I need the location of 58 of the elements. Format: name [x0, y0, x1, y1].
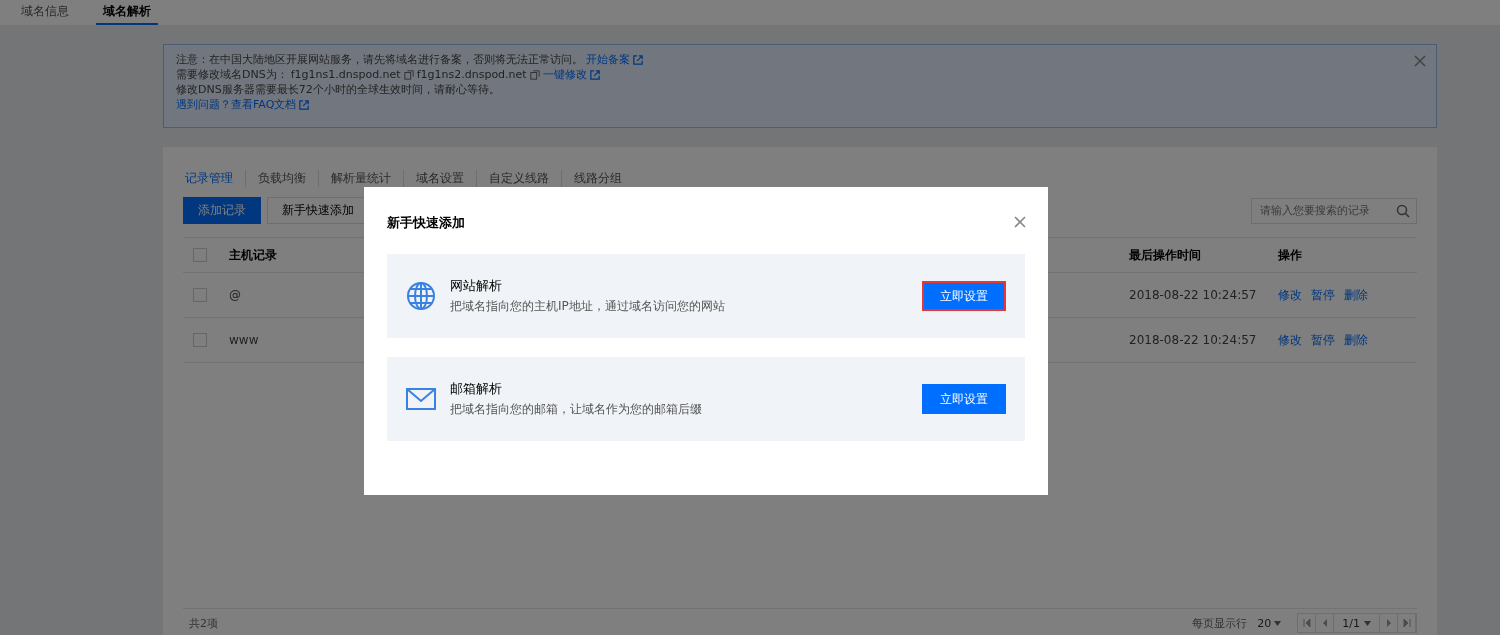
notice-link[interactable]: 遇到问题？查看FAQ文档	[176, 98, 297, 111]
table-cell: 2018-08-22 10:24:57	[1129, 333, 1257, 347]
add-record-button[interactable]: 添加记录	[183, 197, 261, 224]
action-link[interactable]: 删除	[1344, 331, 1368, 349]
tab[interactable]: 记录管理	[183, 169, 245, 187]
close-icon[interactable]	[1414, 55, 1426, 67]
search-field[interactable]: 请输入您要搜索的记录	[1251, 197, 1417, 224]
tab[interactable]: 域名设置	[403, 169, 476, 187]
column-header: 操作	[1278, 246, 1303, 264]
table-cell: @	[229, 288, 241, 302]
checkbox[interactable]	[193, 248, 207, 262]
nav-tab[interactable]: 域名解析	[96, 0, 158, 25]
copy-icon[interactable]	[403, 69, 414, 80]
globe-icon	[406, 281, 436, 311]
last-page-icon	[1402, 619, 1411, 627]
option-title: 网站解析	[450, 277, 503, 295]
option-description: 把域名指向您的主机IP地址，通过域名访问您的网站	[450, 298, 725, 315]
first-page-icon	[1302, 619, 1311, 627]
column-header: 主机记录	[229, 246, 278, 264]
action-link[interactable]: 删除	[1344, 286, 1368, 304]
page-size-label: 每页显示行	[1192, 615, 1248, 631]
caret-icon	[1274, 620, 1282, 626]
notice-text: 修改DNS服务器需要最长72个小时的全球生效时间，请耐心等待。	[176, 83, 500, 96]
action-link[interactable]: 修改	[1278, 286, 1302, 304]
column-header: 最后操作时间	[1129, 246, 1202, 264]
table-cell: 2018-08-22 10:24:57	[1129, 288, 1257, 302]
tab[interactable]: 解析量统计	[318, 169, 403, 187]
tab[interactable]: 负载均衡	[245, 169, 318, 187]
setup-button[interactable]: 立即设置	[922, 384, 1006, 414]
search-icon[interactable]	[1396, 203, 1410, 218]
checkbox[interactable]	[193, 333, 207, 347]
notice-text: 注意：在中国大陆地区开展网站服务，请先将域名进行备案，否则将无法正常访问。	[176, 53, 583, 66]
option-title: 邮箱解析	[450, 380, 503, 398]
dialog-title: 新手快速添加	[387, 214, 465, 232]
tab[interactable]: 线路分组	[561, 169, 634, 187]
page-size-select[interactable]: 20	[1257, 616, 1282, 630]
external-link-icon[interactable]	[589, 69, 600, 80]
dns-server-text: f1g1ns2.dnspod.net	[416, 68, 527, 81]
notice-text: 需要修改域名DNS为：	[176, 68, 288, 81]
external-link-icon[interactable]	[299, 99, 310, 110]
caret-icon	[1364, 620, 1371, 626]
action-link[interactable]: 暂停	[1311, 331, 1335, 349]
tab[interactable]: 自定义线路	[476, 169, 561, 187]
nav-tab[interactable]: 域名信息	[14, 0, 76, 25]
checkbox[interactable]	[193, 288, 207, 302]
next-page-icon	[1384, 619, 1393, 627]
action-link[interactable]: 暂停	[1311, 286, 1335, 304]
notice-link[interactable]: 一键修改	[542, 68, 587, 81]
dns-server-text: f1g1ns1.dnspod.net	[290, 68, 401, 81]
total-count: 共2项	[189, 615, 218, 631]
action-link[interactable]: 修改	[1278, 331, 1302, 349]
table-cell: www	[229, 333, 259, 347]
option-description: 把域名指向您的邮箱，让域名作为您的邮箱后缀	[450, 401, 702, 418]
notice-link[interactable]: 开始备案	[586, 53, 630, 66]
close-icon[interactable]	[1014, 216, 1026, 228]
setup-button[interactable]: 立即设置	[922, 281, 1006, 311]
copy-icon[interactable]	[529, 69, 540, 80]
external-link-icon[interactable]	[633, 54, 643, 65]
